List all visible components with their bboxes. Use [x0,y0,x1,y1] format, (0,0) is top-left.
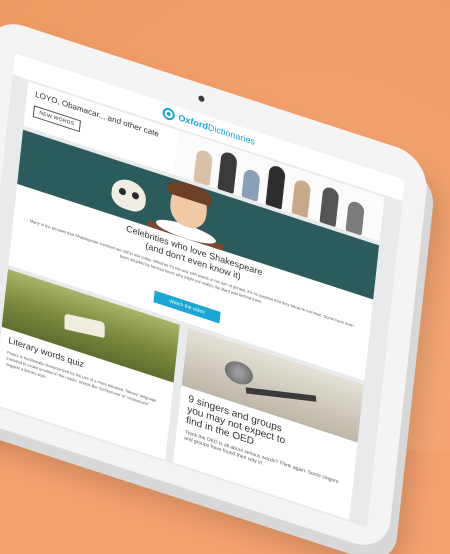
cartoon-figure [265,163,286,210]
microphone-icon [223,357,255,389]
cartoon-figure [241,167,261,202]
cartoon-figure [319,185,340,228]
cartoon-figure [217,150,238,195]
cartoon-figure [193,148,214,187]
book-icon [64,313,105,339]
skull-icon [110,175,148,216]
cartoon-figure [345,199,365,236]
cartoon-figure [291,178,312,219]
logo-icon [161,106,176,122]
